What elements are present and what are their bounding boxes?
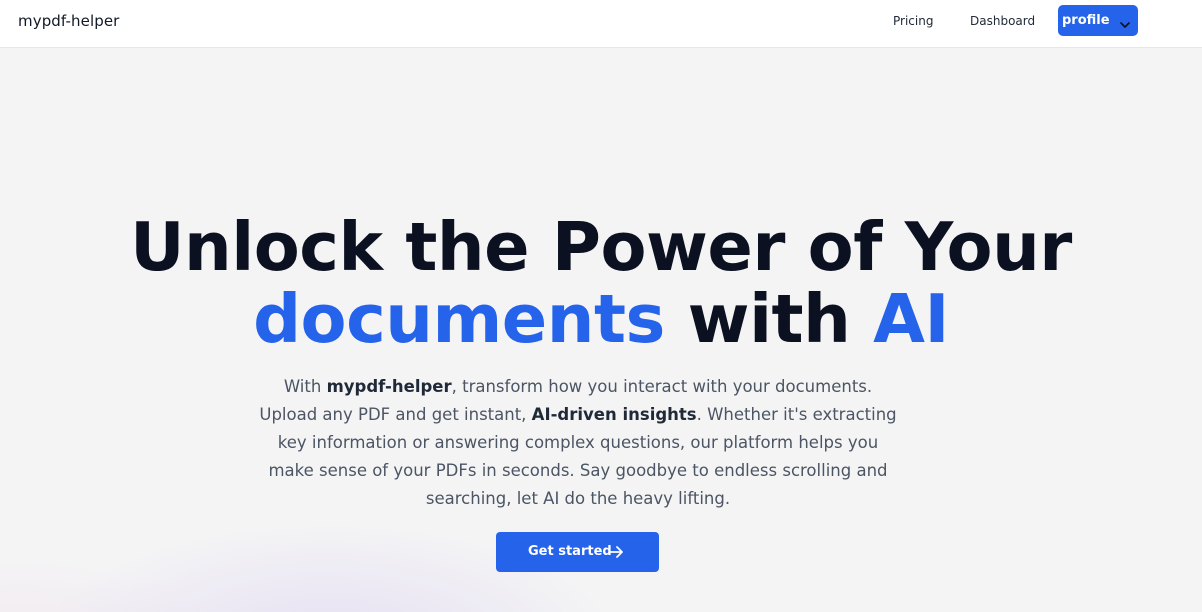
description-ai-insights-bold: AI-driven insights — [531, 405, 697, 424]
get-started-button[interactable]: Get started — [496, 532, 659, 572]
profile-dropdown-button[interactable]: profile — [1058, 5, 1138, 36]
nav-link-dashboard[interactable]: Dashboard — [970, 14, 1035, 28]
profile-button-label: profile — [1062, 13, 1110, 28]
top-navbar: mypdf-helper Pricing Dashboard profile — [0, 0, 1202, 48]
chevron-down-icon — [1120, 22, 1130, 28]
description-brand-bold: mypdf-helper — [326, 377, 452, 396]
get-started-label: Get started — [528, 544, 612, 559]
arrow-right-icon — [609, 546, 623, 558]
headline-accent-documents: documents — [253, 280, 665, 358]
brand-logo-link[interactable]: mypdf-helper — [18, 12, 119, 30]
nav-link-pricing[interactable]: Pricing — [893, 14, 933, 28]
headline-with: with — [664, 280, 874, 358]
hero-headline: Unlock the Power of Your documents with … — [0, 211, 1202, 355]
headline-accent-ai: AI — [873, 280, 949, 358]
headline-line-1: Unlock the Power of Your — [130, 208, 1072, 286]
hero-description: With mypdf-helper, transform how you int… — [258, 373, 898, 513]
description-text-1: With — [283, 377, 327, 396]
